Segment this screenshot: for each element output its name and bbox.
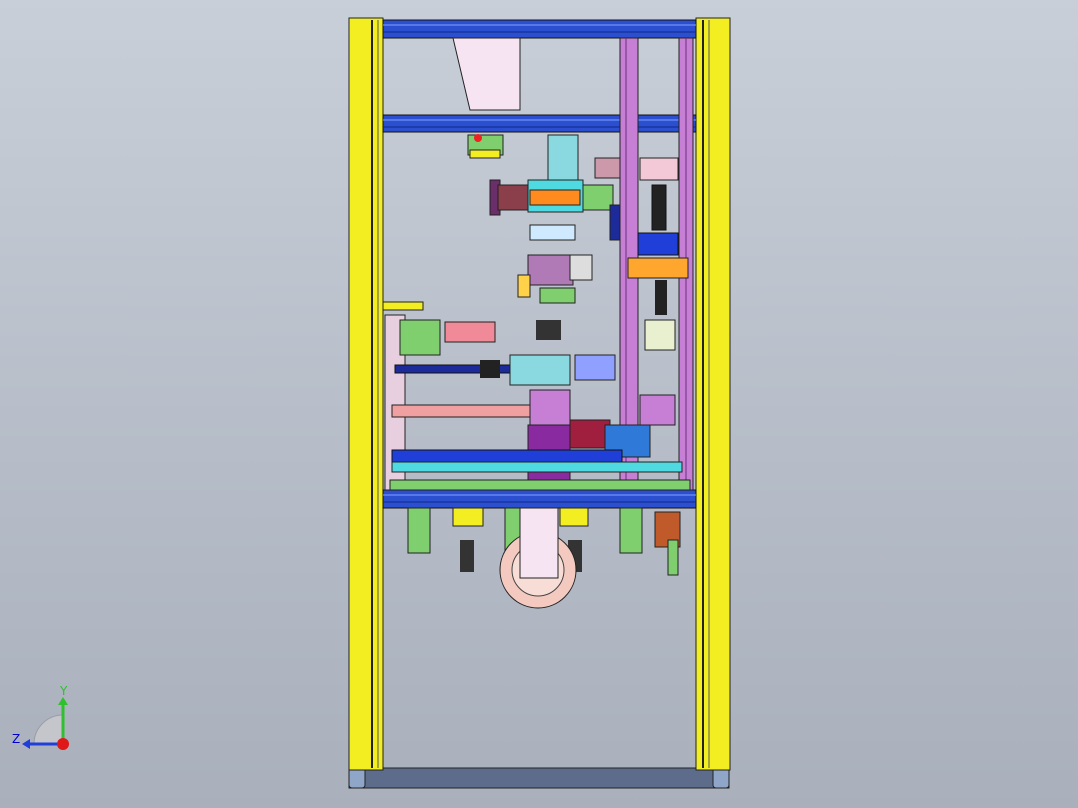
frame-post-left[interactable] <box>348 17 384 771</box>
orientation-triad[interactable]: Y Z <box>10 685 80 755</box>
frame-beam-upper[interactable] <box>382 114 697 133</box>
middle-mechanism[interactable] <box>382 301 691 491</box>
y-axis-arrow-icon <box>58 697 68 705</box>
cad-viewport[interactable]: Y Z <box>0 0 1078 808</box>
frame-beam-top[interactable] <box>382 19 697 39</box>
frame-beam-lower[interactable] <box>382 489 697 509</box>
x-axis-dot-icon <box>57 738 69 750</box>
foot-left[interactable] <box>348 767 366 789</box>
machine-assembly-model[interactable] <box>0 0 1078 808</box>
bottom-rail[interactable] <box>348 767 730 789</box>
foot-right[interactable] <box>712 767 730 789</box>
z-axis-arrow-icon <box>22 739 30 749</box>
triad-y-label: Y <box>59 685 68 698</box>
triad-quarter-disc <box>33 714 64 745</box>
triad-z-label: Z <box>12 732 20 746</box>
frame-post-right[interactable] <box>695 17 731 771</box>
hopper[interactable] <box>452 37 521 111</box>
upper-mechanism[interactable] <box>467 134 689 315</box>
